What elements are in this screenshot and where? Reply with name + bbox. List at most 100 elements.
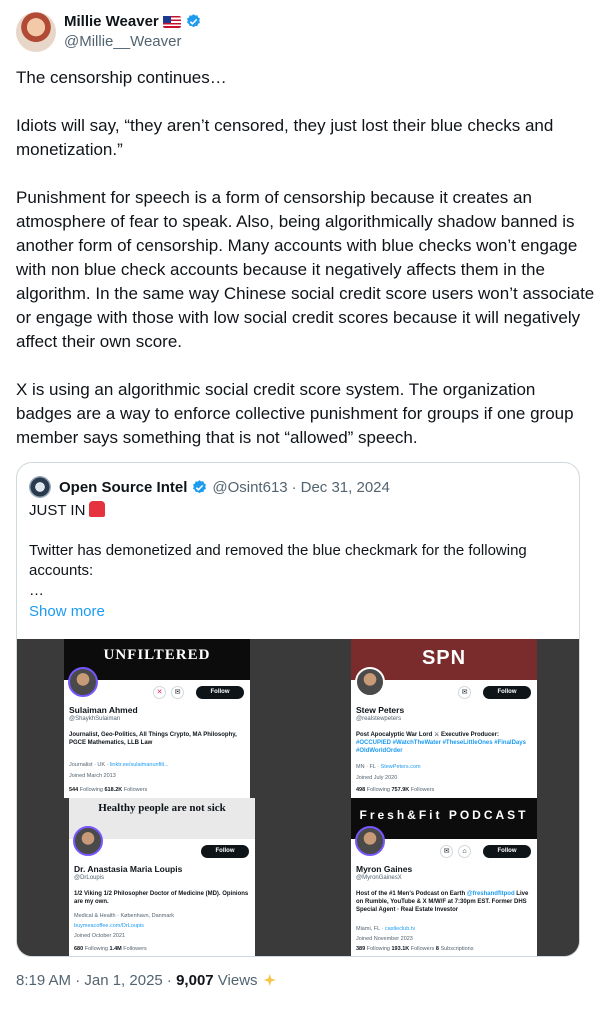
subscriptions-count: 8 <box>435 946 439 952</box>
profile-link: buymeacoffee.com/DrLoupis <box>74 923 144 929</box>
tweet-timestamp[interactable]: 8:19 AM · Jan 1, 2025 · <box>16 972 176 989</box>
verified-badge-icon <box>193 479 207 493</box>
profile-meta-text: MN · FL · <box>356 764 381 770</box>
profile-follow-counts: 680 Following 1.4M Followers <box>74 946 147 952</box>
profile-meta-text: Journalist · UK · <box>69 762 110 768</box>
profile-bio: Host of the #1 Men's Podcast on Earth @f… <box>356 890 532 914</box>
profile-meta-text: Miami, FL · <box>356 926 385 932</box>
banner-text: Healthy people are not sick <box>98 802 226 814</box>
quote-separator: · <box>291 478 297 496</box>
us-flag-icon <box>162 15 181 28</box>
followers-label: Followers <box>123 946 147 952</box>
profile-joined: Joined October 2021 <box>74 933 126 939</box>
follow-button: Follow <box>483 845 531 858</box>
profile-handle: @DrLoupis <box>74 875 105 881</box>
author-handle[interactable]: @Millie__Weaver <box>64 33 182 50</box>
profile-joined: Joined November 2023 <box>356 936 413 942</box>
profile-bio: Journalist, Geo-Politics, All Things Cry… <box>69 732 237 746</box>
message-icon: ✉ <box>440 845 453 858</box>
profile-joined: Joined March 2013 <box>69 773 116 779</box>
profile-bio-text: Host of the #1 Men's Podcast on Earth <box>356 891 467 897</box>
banner-text: UNFILTERED <box>103 647 211 663</box>
banner-text: Fresh&Fit PODCAST <box>359 808 529 822</box>
profile-handle: @realstewpeters <box>356 716 402 722</box>
author-name-row: Millie Weaver <box>64 13 202 30</box>
profile-avatar <box>355 667 385 697</box>
quote-date[interactable]: Dec 31, 2024 <box>301 479 390 496</box>
tweet-footer: 8:19 AM · Jan 1, 2025 · 9,007 Views <box>16 972 276 989</box>
profile-link: castleclub.tv <box>384 926 416 932</box>
profile-link: StewPeters.com <box>380 764 421 770</box>
followers-label: Followers <box>123 787 148 793</box>
following-label: Following <box>79 787 103 793</box>
tweet-header: Millie Weaver @Millie__Weaver <box>16 12 595 56</box>
notification-icon: ⌂ <box>458 845 471 858</box>
following-label: Following <box>366 946 390 952</box>
quote-avatar[interactable] <box>29 476 51 498</box>
siren-icon <box>89 501 106 517</box>
banner-text: SPN <box>421 647 467 669</box>
author-display-name[interactable]: Millie Weaver <box>64 13 159 30</box>
profile-link: linktr.ee/sulaimanunfilt... <box>109 762 169 768</box>
profile-bio-text: Post Apocalyptic War Lord ⚔ Executive Pr… <box>356 732 499 738</box>
following-count: 544 <box>69 787 79 793</box>
show-more-link[interactable]: Show more <box>29 603 105 620</box>
follow-button: Follow <box>201 845 249 858</box>
following-label: Following <box>84 946 108 952</box>
following-count: 680 <box>74 946 84 952</box>
profile-joined: Joined July 2020 <box>356 775 398 781</box>
profile-card: Healthy people are not sick Follow Dr. A… <box>69 798 255 956</box>
following-count: 389 <box>356 946 366 952</box>
follow-button: Follow <box>196 686 244 699</box>
quote-headline: JUST IN <box>29 502 86 519</box>
quote-display-name[interactable]: Open Source Intel <box>59 479 187 496</box>
following-label: Following <box>366 787 390 793</box>
followers-label: Followers <box>410 946 435 952</box>
profile-follow-counts: 498 Following 757.9K Followers <box>356 787 434 793</box>
profile-bio-tags: @freshandfitpod <box>466 891 515 897</box>
profile-name: Dr. Anastasia Maria Loupis <box>74 864 183 874</box>
quote-text: JUST IN Twitter has demonetized and remo… <box>29 501 569 601</box>
follow-button: Follow <box>483 686 531 699</box>
views-label: Views <box>213 972 258 989</box>
followers-count: 193.1K <box>391 946 410 952</box>
profile-card: Fresh&Fit PODCAST ✉ ⌂ Follow Myron Gaine… <box>351 798 537 956</box>
author-avatar[interactable] <box>16 12 56 52</box>
profile-bio: Post Apocalyptic War Lord ⚔ Executive Pr… <box>356 731 532 755</box>
profile-name: Sulaiman Ahmed <box>69 705 138 715</box>
media-grid[interactable]: UNFILTERED ✕ ✉ Follow Sulaiman Ahmed @Sh… <box>17 639 579 956</box>
profile-avatar <box>355 826 385 856</box>
view-count: 9,007 <box>176 972 214 989</box>
quote-body: Twitter has demonetized and removed the … <box>29 542 527 599</box>
followers-count: 757.9K <box>391 787 410 793</box>
profile-name: Myron Gaines <box>356 864 413 874</box>
profile-bio-tags: #OCCUPIED #WatchTheWater #TheseLittleOne… <box>356 740 526 754</box>
profile-handle: @MyronGainesX <box>356 875 402 881</box>
media-image-3[interactable]: Healthy people are not sick Follow Dr. A… <box>17 798 299 956</box>
profile-meta: Medical & Health · København, Danmark <box>74 913 174 919</box>
followers-label: Followers <box>410 787 435 793</box>
message-icon: ✉ <box>171 686 184 699</box>
profile-card: UNFILTERED ✕ ✉ Follow Sulaiman Ahmed @Sh… <box>64 639 250 799</box>
profile-handle: @ShaykhSulaiman <box>69 716 121 722</box>
message-icon: ✉ <box>458 686 471 699</box>
media-image-2[interactable]: SPN ✉ Follow Stew Peters @realstewpeters… <box>299 639 579 799</box>
tweet-text: The censorship continues… Idiots will sa… <box>16 68 595 447</box>
media-image-1[interactable]: UNFILTERED ✕ ✉ Follow Sulaiman Ahmed @Sh… <box>17 639 299 799</box>
profile-follow-counts: 389 Following 193.1K Followers 8 Subscri… <box>356 946 473 952</box>
following-count: 498 <box>356 787 366 793</box>
media-image-4[interactable]: Fresh&Fit PODCAST ✉ ⌂ Follow Myron Gaine… <box>299 798 579 956</box>
profile-card: SPN ✉ Follow Stew Peters @realstewpeters… <box>351 639 537 799</box>
profile-avatar <box>73 826 103 856</box>
sparkle-icon[interactable] <box>263 974 276 986</box>
profile-name: Stew Peters <box>356 705 405 715</box>
followers-count: 1.4M <box>109 946 122 952</box>
quote-handle[interactable]: @Osint613 <box>212 479 287 496</box>
quoted-tweet[interactable]: Open Source Intel @Osint613 · Dec 31, 20… <box>16 462 580 957</box>
verified-badge-icon <box>186 14 200 28</box>
profile-bio: 1/2 Viking 1/2 Philosopher Doctor of Med… <box>74 891 249 905</box>
profile-follow-counts: 544 Following 618.2K Followers <box>69 787 147 793</box>
profile-meta: Miami, FL · castleclub.tv <box>356 926 415 932</box>
profile-avatar <box>68 667 98 697</box>
grok-icon: ✕ <box>153 686 166 699</box>
